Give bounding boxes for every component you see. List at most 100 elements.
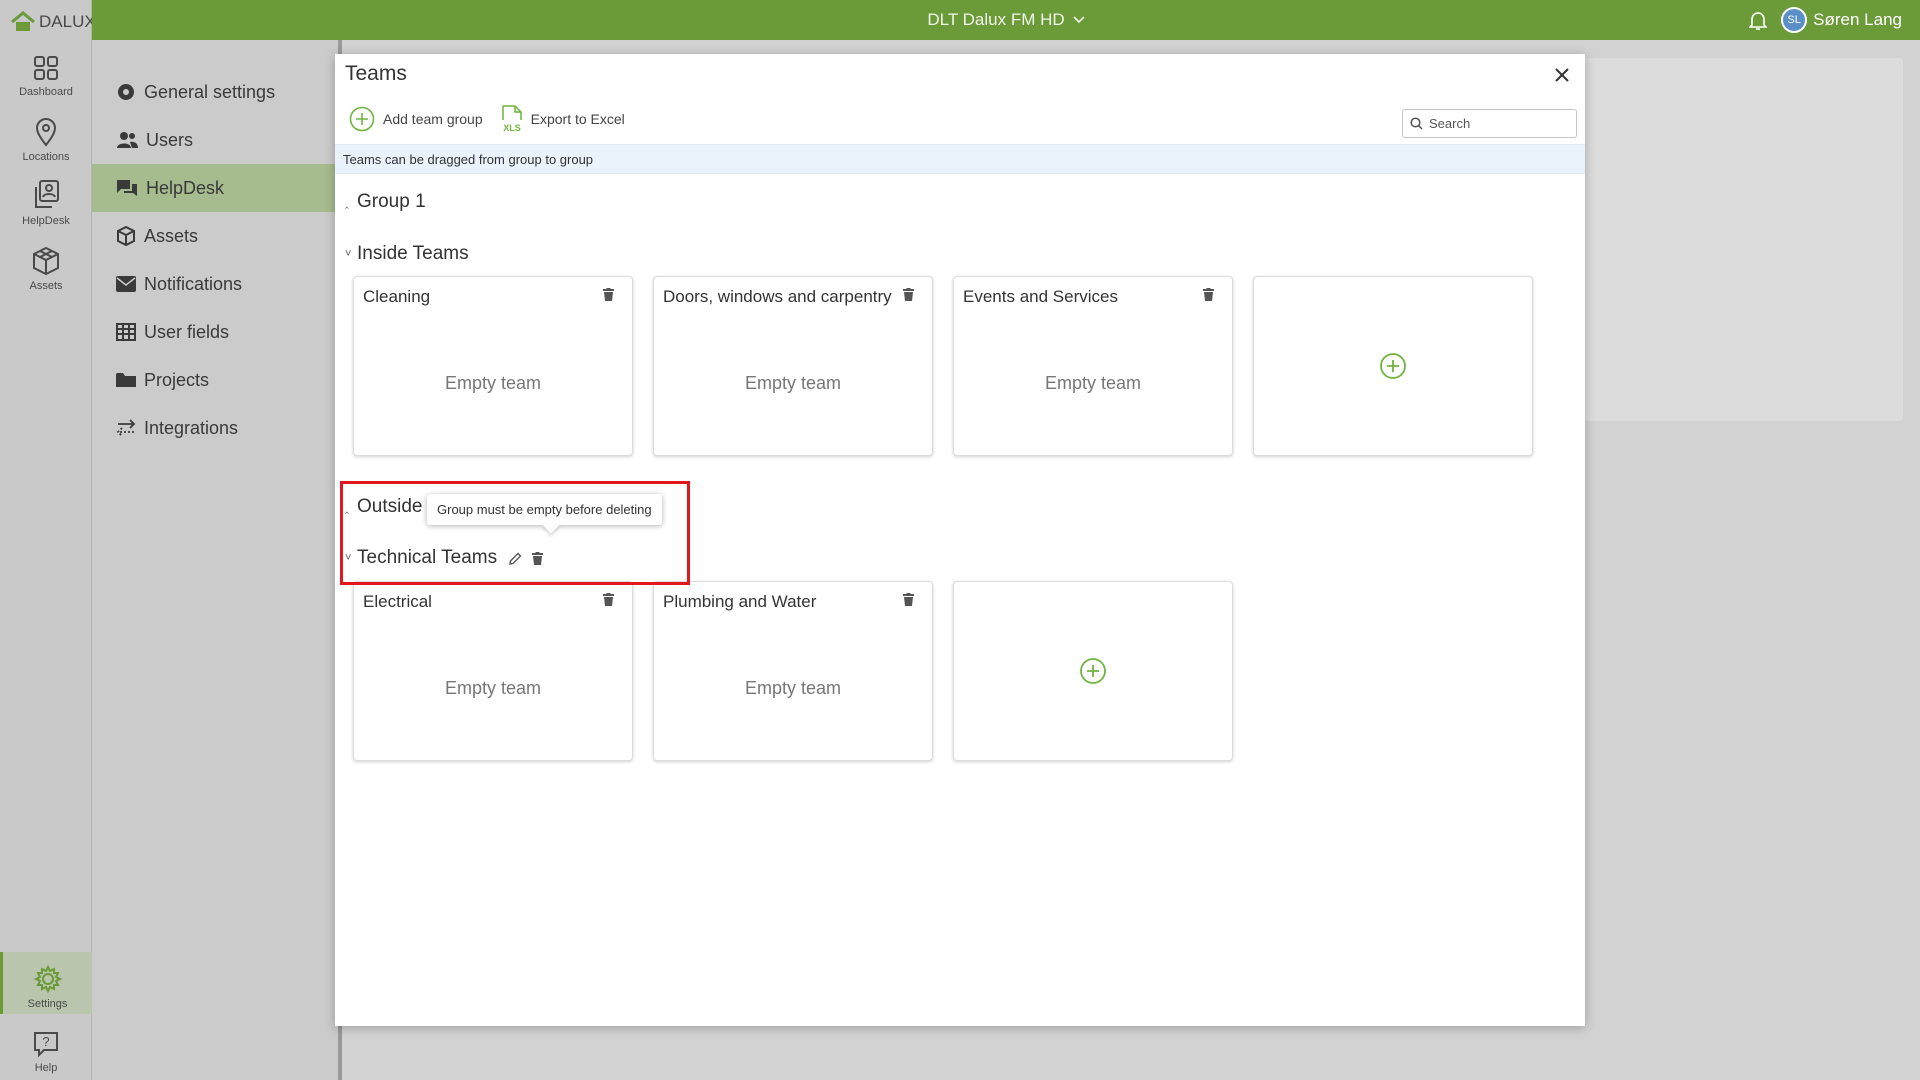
menu-item-notifications[interactable]: Notifications <box>92 260 338 308</box>
project-title: DLT Dalux FM HD <box>927 10 1065 29</box>
technical-teams-cards: Electrical Empty team Plumbing and Water… <box>353 581 1233 761</box>
avatar[interactable]: SL <box>1781 7 1808 33</box>
chevron-down-icon <box>1073 16 1085 24</box>
menu-item-helpdesk[interactable]: HelpDesk <box>92 164 338 212</box>
group-name: Group 1 <box>357 191 426 212</box>
expand-caret-icon[interactable]: ˅ <box>345 248 353 260</box>
group-header-inside-teams[interactable]: ˅ Inside Teams <box>345 243 469 265</box>
team-card-cleaning[interactable]: Cleaning Empty team <box>353 276 633 456</box>
bell-icon[interactable] <box>1749 10 1768 30</box>
team-name: Doors, windows and carpentry <box>663 287 892 306</box>
trash-icon[interactable] <box>603 593 614 606</box>
menu-item-general-settings[interactable]: General settings <box>92 68 338 116</box>
search-input[interactable] <box>1429 116 1569 131</box>
menu-item-assets[interactable]: Assets <box>92 212 338 260</box>
empty-team-label: Empty team <box>744 373 842 393</box>
collapse-caret-icon[interactable]: ‸ <box>345 501 353 514</box>
user-name[interactable]: Søren Lang <box>1813 10 1902 30</box>
rail-label: Dashboard <box>19 86 73 98</box>
menu-label: Notifications <box>144 273 243 294</box>
menu-label: General settings <box>144 81 276 102</box>
add-team-button[interactable] <box>1253 276 1533 456</box>
empty-team-label: Empty team <box>444 678 542 698</box>
dalux-logo[interactable]: DALUX <box>10 8 96 36</box>
logo-text: DALUX <box>39 12 96 31</box>
background-panel <box>1570 58 1903 421</box>
modal-title: Teams <box>345 62 407 85</box>
rail-item-help[interactable]: ? Help <box>0 1016 92 1078</box>
pencil-edit-icon[interactable] <box>509 552 522 565</box>
assets-cube-icon <box>33 246 59 276</box>
rail-item-settings[interactable]: Settings <box>0 952 92 1014</box>
expand-caret-icon[interactable]: ˅ <box>345 552 353 564</box>
export-excel-label: Export to Excel <box>530 111 625 127</box>
app-rail: DALUX Dashboard Locations HelpDesk Asset… <box>0 0 96 1080</box>
menu-item-users[interactable]: Users <box>92 116 338 164</box>
settings-gear-icon <box>33 964 62 994</box>
envelope-icon <box>116 276 136 292</box>
plus-circle-icon <box>1380 353 1406 379</box>
trash-icon[interactable] <box>1203 288 1214 301</box>
search-box <box>1402 109 1577 138</box>
team-name: Events and Services <box>963 287 1118 306</box>
collapse-caret-icon[interactable]: ‸ <box>345 196 353 209</box>
rail-item-locations[interactable]: Locations <box>0 105 92 167</box>
add-team-button[interactable] <box>953 581 1233 761</box>
team-card-plumbing-water[interactable]: Plumbing and Water Empty team <box>653 581 933 761</box>
menu-label: User fields <box>144 321 230 342</box>
trash-icon[interactable] <box>903 288 914 301</box>
add-team-group-button[interactable]: Add team group <box>349 106 483 132</box>
cube-icon <box>117 226 135 246</box>
rail-item-dashboard[interactable]: Dashboard <box>0 40 92 102</box>
team-name: Electrical <box>363 592 432 611</box>
menu-item-projects[interactable]: Projects <box>92 356 338 404</box>
menu-item-integrations[interactable]: Integrations <box>92 404 338 452</box>
empty-team-label: Empty team <box>444 373 542 393</box>
table-icon <box>116 323 136 341</box>
menu-item-user-fields[interactable]: User fields <box>92 308 338 356</box>
svg-text:XLS: XLS <box>503 123 521 133</box>
menu-label: Integrations <box>144 417 239 438</box>
close-button[interactable] <box>1551 64 1573 86</box>
location-pin-icon <box>35 118 57 147</box>
trash-icon[interactable] <box>532 551 544 565</box>
group-header-technical-teams[interactable]: ˅ Technical Teams <box>345 547 544 569</box>
team-card-doors-windows-carpentry[interactable]: Doors, windows and carpentry Empty team <box>653 276 933 456</box>
project-selector[interactable]: DLT Dalux FM HD <box>92 0 1920 40</box>
team-card-events-services[interactable]: Events and Services Empty team <box>953 276 1233 456</box>
group-name: Outside <box>357 496 423 517</box>
group-header-group-1[interactable]: ‸ Group 1 <box>345 191 426 213</box>
help-question-icon: ? <box>34 1032 58 1058</box>
chat-icon <box>117 180 137 196</box>
excel-file-icon: XLS <box>501 105 522 133</box>
settings-menu: General settings Users HelpDesk Assets N… <box>92 40 342 1080</box>
export-excel-button[interactable]: XLS Export to Excel <box>501 105 625 133</box>
trash-icon[interactable] <box>603 288 614 301</box>
trash-icon[interactable] <box>903 593 914 606</box>
rail-label: HelpDesk <box>22 215 70 227</box>
menu-label: Projects <box>144 369 210 390</box>
empty-team-label: Empty team <box>744 678 842 698</box>
house-logo-icon <box>11 11 35 31</box>
gear-icon <box>118 84 134 100</box>
team-name: Plumbing and Water <box>663 592 817 611</box>
team-card-electrical[interactable]: Electrical Empty team <box>353 581 633 761</box>
users-icon <box>117 132 138 148</box>
plus-circle-icon <box>349 106 375 132</box>
group-name: Technical Teams <box>357 547 498 568</box>
teams-modal: Teams Add team group XLS Export to Excel… <box>335 54 1585 1026</box>
rail-label: Help <box>34 1062 58 1074</box>
rail-label: Settings <box>27 998 68 1010</box>
team-name: Cleaning <box>363 287 431 306</box>
dashboard-grid-icon <box>34 56 58 80</box>
group-header-outside[interactable]: ‸ Outside <box>345 496 422 518</box>
rail-item-assets[interactable]: Assets <box>0 234 92 296</box>
menu-label: Assets <box>144 225 199 246</box>
group-name: Inside Teams <box>357 243 469 264</box>
arrows-icon <box>116 419 136 437</box>
rail-label: Assets <box>29 280 63 292</box>
helpdesk-icon <box>35 180 59 208</box>
rail-item-helpdesk[interactable]: HelpDesk <box>0 169 92 231</box>
close-icon <box>1555 68 1569 82</box>
tooltip: Group must be empty before deleting <box>427 494 662 525</box>
